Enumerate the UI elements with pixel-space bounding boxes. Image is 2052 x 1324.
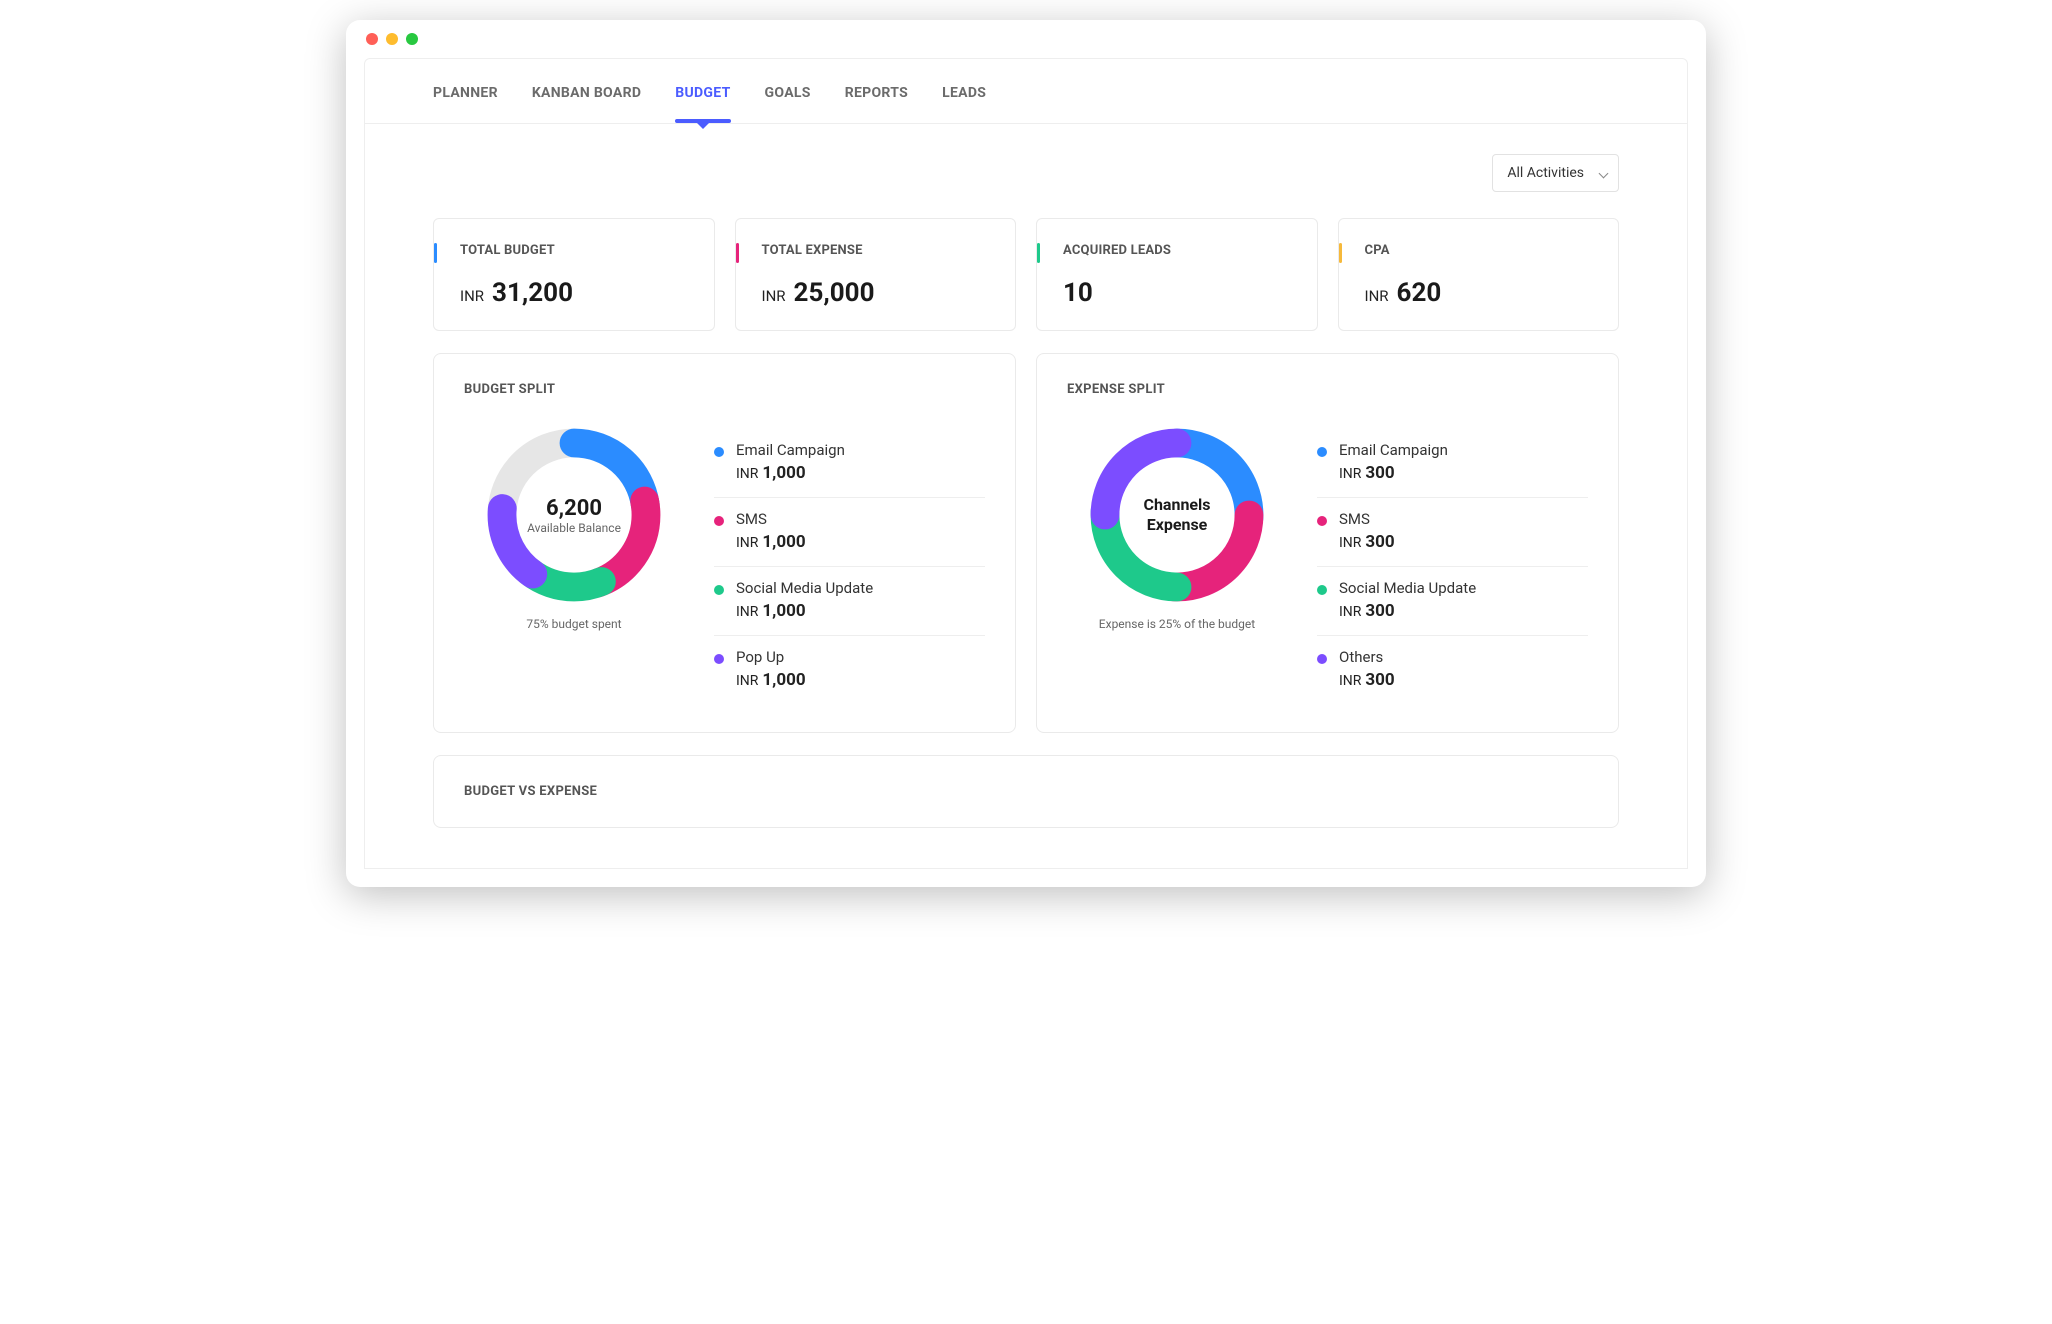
- legend-color-dot: [1317, 516, 1327, 526]
- legend-color-dot: [714, 654, 724, 664]
- stat-value: 10: [1063, 278, 1093, 308]
- legend-currency: INR: [736, 535, 758, 551]
- tab-reports[interactable]: REPORTS: [845, 85, 908, 101]
- legend-item: Social Media Update INR300: [1317, 567, 1588, 636]
- stat-cards: TOTAL BUDGET INR 31,200 TOTAL EXPENSE IN…: [433, 218, 1619, 331]
- app-content: PLANNER KANBAN BOARD BUDGET GOALS REPORT…: [346, 58, 1706, 887]
- stat-cpa: CPA INR 620: [1338, 218, 1620, 331]
- expense-split-caption: Expense is 25% of the budget: [1067, 617, 1287, 631]
- stat-value: 25,000: [794, 278, 875, 308]
- legend-item: SMS INR300: [1317, 498, 1588, 567]
- stat-currency: INR: [762, 287, 786, 305]
- activities-filter-label: All Activities: [1507, 165, 1584, 181]
- stat-currency: INR: [1365, 287, 1389, 305]
- legend-value: 1,000: [762, 532, 805, 552]
- budget-split-chart-wrap: 6,200 Available Balance 75% budget spent: [464, 425, 684, 631]
- expense-split-chart-wrap: Channels Expense Expense is 25% of the b…: [1067, 425, 1287, 631]
- legend-currency: INR: [1339, 535, 1361, 551]
- legend-value: 1,000: [762, 670, 805, 690]
- legend-item: SMS INR1,000: [714, 498, 985, 567]
- budget-panel: All Activities TOTAL BUDGET INR 31,200 T…: [364, 124, 1688, 869]
- budget-split-caption: 75% budget spent: [464, 617, 684, 631]
- legend-currency: INR: [1339, 466, 1361, 482]
- budget-vs-expense-title: BUDGET VS EXPENSE: [464, 784, 1588, 799]
- expense-split-donut: Channels Expense: [1087, 425, 1267, 605]
- window-close-button[interactable]: [366, 33, 378, 45]
- legend-currency: INR: [736, 466, 758, 482]
- legend-currency: INR: [736, 604, 758, 620]
- stat-value: 620: [1397, 278, 1442, 308]
- stat-title: TOTAL EXPENSE: [762, 243, 990, 258]
- expense-split-center-line1: Channels: [1143, 495, 1210, 515]
- tab-goals[interactable]: GOALS: [765, 85, 811, 101]
- legend-currency: INR: [736, 673, 758, 689]
- budget-split-center-value: 6,200: [546, 496, 602, 521]
- legend-name: Others: [1339, 648, 1588, 666]
- chevron-down-icon: [1598, 168, 1608, 178]
- window-minimize-button[interactable]: [386, 33, 398, 45]
- legend-name: SMS: [736, 510, 985, 528]
- tab-kanban-board[interactable]: KANBAN BOARD: [532, 85, 641, 101]
- legend-value: 300: [1365, 463, 1394, 483]
- expense-split-card: EXPENSE SPLIT Ch: [1036, 353, 1619, 733]
- legend-color-dot: [714, 585, 724, 595]
- legend-name: Pop Up: [736, 648, 985, 666]
- filter-row: All Activities: [433, 154, 1619, 192]
- budget-split-title: BUDGET SPLIT: [464, 382, 985, 397]
- legend-currency: INR: [1339, 673, 1361, 689]
- budget-split-donut: 6,200 Available Balance: [484, 425, 664, 605]
- legend-value: 1,000: [762, 601, 805, 621]
- legend-item: Social Media Update INR1,000: [714, 567, 985, 636]
- stat-total-budget: TOTAL BUDGET INR 31,200: [433, 218, 715, 331]
- stat-currency: INR: [460, 287, 484, 305]
- legend-color-dot: [714, 516, 724, 526]
- legend-value: 1,000: [762, 463, 805, 483]
- expense-split-title: EXPENSE SPLIT: [1067, 382, 1588, 397]
- legend-item: Pop Up INR1,000: [714, 636, 985, 704]
- app-window: PLANNER KANBAN BOARD BUDGET GOALS REPORT…: [346, 20, 1706, 887]
- legend-color-dot: [1317, 447, 1327, 457]
- stat-acquired-leads: ACQUIRED LEADS 10: [1036, 218, 1318, 331]
- legend-value: 300: [1365, 532, 1394, 552]
- tab-planner[interactable]: PLANNER: [433, 85, 498, 101]
- stat-title: ACQUIRED LEADS: [1063, 243, 1291, 258]
- split-row: BUDGET SPLIT: [433, 353, 1619, 733]
- legend-value: 300: [1365, 670, 1394, 690]
- legend-color-dot: [714, 447, 724, 457]
- legend-name: SMS: [1339, 510, 1588, 528]
- legend-name: Social Media Update: [736, 579, 985, 597]
- budget-split-card: BUDGET SPLIT: [433, 353, 1016, 733]
- legend-name: Social Media Update: [1339, 579, 1588, 597]
- budget-split-legend: Email Campaign INR1,000 SMS INR1,000 Soc…: [714, 429, 985, 704]
- legend-color-dot: [1317, 654, 1327, 664]
- legend-name: Email Campaign: [736, 441, 985, 459]
- legend-currency: INR: [1339, 604, 1361, 620]
- stat-title: CPA: [1365, 243, 1593, 258]
- budget-split-center-label: Available Balance: [527, 521, 621, 535]
- stat-value: 31,200: [492, 278, 573, 308]
- stat-total-expense: TOTAL EXPENSE INR 25,000: [735, 218, 1017, 331]
- tab-leads[interactable]: LEADS: [942, 85, 986, 101]
- legend-color-dot: [1317, 585, 1327, 595]
- window-zoom-button[interactable]: [406, 33, 418, 45]
- window-titlebar: [346, 20, 1706, 58]
- legend-name: Email Campaign: [1339, 441, 1588, 459]
- stat-title: TOTAL BUDGET: [460, 243, 688, 258]
- legend-item: Email Campaign INR1,000: [714, 429, 985, 498]
- expense-split-legend: Email Campaign INR300 SMS INR300 Social …: [1317, 429, 1588, 704]
- legend-value: 300: [1365, 601, 1394, 621]
- nav-tabs: PLANNER KANBAN BOARD BUDGET GOALS REPORT…: [364, 58, 1688, 124]
- legend-item: Others INR300: [1317, 636, 1588, 704]
- tab-budget[interactable]: BUDGET: [675, 85, 730, 101]
- budget-vs-expense-card: BUDGET VS EXPENSE: [433, 755, 1619, 828]
- activities-filter-dropdown[interactable]: All Activities: [1492, 154, 1619, 192]
- legend-item: Email Campaign INR300: [1317, 429, 1588, 498]
- expense-split-center-line2: Expense: [1147, 515, 1208, 535]
